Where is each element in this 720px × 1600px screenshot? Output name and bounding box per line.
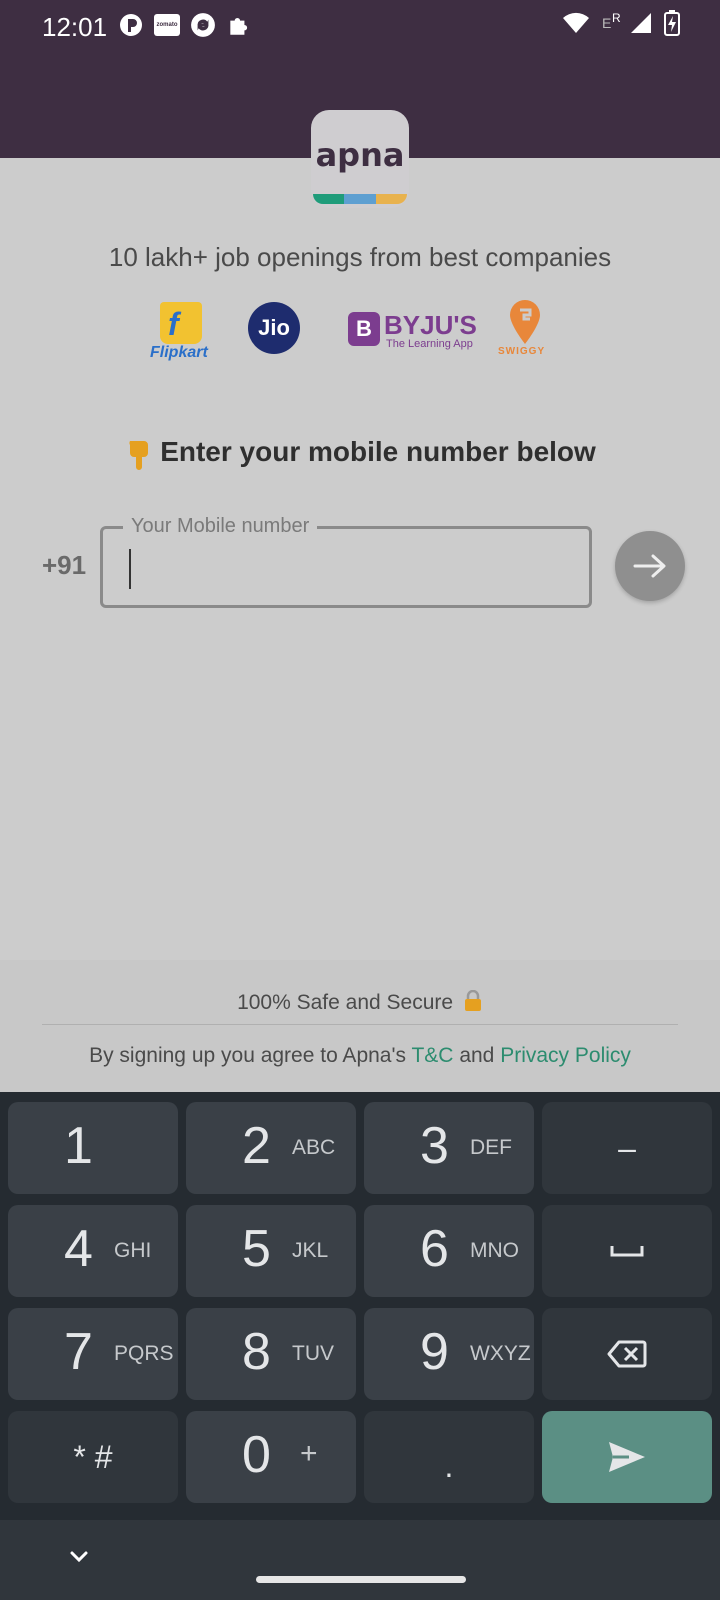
chevron-down-icon[interactable] <box>64 1542 94 1572</box>
byjus-text: BYJU'S <box>384 310 477 340</box>
status-time: 12:01 <box>42 12 108 42</box>
navigation-bar <box>0 1520 720 1600</box>
network-type-label: E R <box>602 11 621 35</box>
key-7-letters: PQRS <box>114 1342 174 1365</box>
flipkart-text: Flipkart <box>150 344 208 361</box>
key-6-letters: MNO <box>470 1239 519 1262</box>
byjus-logo: B BYJU'S The Learning App <box>348 310 477 352</box>
key-star-hash[interactable]: * # <box>8 1411 178 1503</box>
key-3-letters: DEF <box>470 1136 512 1159</box>
key-2-digit: 2 <box>242 1117 271 1175</box>
key-4-letters: GHI <box>114 1239 152 1262</box>
key-dash[interactable]: – <box>542 1102 712 1194</box>
key-backspace[interactable] <box>542 1308 712 1400</box>
submit-arrow-button[interactable] <box>615 531 685 601</box>
apna-logo: apna <box>311 110 409 208</box>
privacy-policy-link[interactable]: Privacy Policy <box>500 1044 631 1067</box>
key-3-digit: 3 <box>420 1117 449 1175</box>
notification-icons: zomato <box>118 12 252 38</box>
key-1-digit: 1 <box>64 1117 93 1175</box>
logo-stripes <box>313 194 407 204</box>
space-icon <box>542 1205 712 1297</box>
network-letter-e: E <box>602 15 612 31</box>
key-8-letters: TUV <box>292 1342 334 1365</box>
key-9-digit: 9 <box>420 1323 449 1381</box>
puzzle-icon <box>226 12 252 38</box>
terms-prefix: By signing up you agree to Apna's <box>89 1044 406 1067</box>
battery-charging-icon <box>664 10 680 36</box>
key-6-digit: 6 <box>420 1220 449 1278</box>
key-7-digit: 7 <box>64 1323 93 1381</box>
key-0-digit: 0 <box>242 1426 271 1484</box>
key-dot-label: . <box>444 1447 454 1484</box>
send-icon <box>542 1411 712 1503</box>
key-2[interactable]: 2 ABC <box>186 1102 356 1194</box>
logo-stripe-green <box>313 194 345 204</box>
mobile-prompt-text: Enter your mobile number below <box>160 436 596 467</box>
safe-secure-label: 100% Safe and Secure <box>237 991 454 1014</box>
status-bar: 12:01 zomato E R <box>0 0 720 56</box>
byjus-icon: B <box>348 312 380 346</box>
key-1[interactable]: 1 <box>8 1102 178 1194</box>
pointing-down-hand-icon <box>129 440 149 470</box>
arrow-right-icon <box>633 554 666 578</box>
key-3[interactable]: 3 DEF <box>364 1102 534 1194</box>
key-6[interactable]: 6 MNO <box>364 1205 534 1297</box>
tc-link[interactable]: T&C <box>411 1044 453 1067</box>
key-4-digit: 4 <box>64 1220 93 1278</box>
byjus-subtitle: The Learning App <box>386 338 473 350</box>
key-dash-label: – <box>618 1129 636 1166</box>
key-dot[interactable]: . <box>364 1411 534 1503</box>
safe-secure-text: 100% Safe and Secure <box>0 989 720 1015</box>
flipkart-letter: f <box>168 306 179 342</box>
logo-stripe-yellow <box>375 194 407 204</box>
home-gesture-bar[interactable] <box>256 1576 466 1583</box>
terms-text: By signing up you agree to Apna's T&C an… <box>0 1044 720 1068</box>
key-5-digit: 5 <box>242 1220 271 1278</box>
system-icons: E R <box>562 10 680 36</box>
key-2-letters: ABC <box>292 1136 336 1159</box>
footer: 100% Safe and Secure By signing up you a… <box>0 960 720 1092</box>
mobile-number-field[interactable]: Your Mobile number <box>100 515 592 608</box>
jio-logo: Jio <box>248 302 300 354</box>
key-star-hash-label: * # <box>73 1438 113 1475</box>
key-9-letters: WXYZ <box>470 1342 531 1365</box>
key-0-letters: + <box>300 1437 318 1470</box>
partner-logos: f Flipkart Jio B BYJU'S The Learning App… <box>150 300 570 370</box>
flipkart-logo: f Flipkart <box>150 300 220 364</box>
lock-icon <box>464 989 481 1011</box>
wifi-icon <box>563 12 589 33</box>
swiggy-text: SWIGGY <box>498 346 546 357</box>
sync-icon <box>190 12 216 38</box>
key-9[interactable]: 9 WXYZ <box>364 1308 534 1400</box>
key-5-letters: JKL <box>292 1239 329 1262</box>
terms-and: and <box>459 1044 495 1067</box>
key-4[interactable]: 4 GHI <box>8 1205 178 1297</box>
key-7[interactable]: 7 PQRS <box>8 1308 178 1400</box>
key-5[interactable]: 5 JKL <box>186 1205 356 1297</box>
numeric-keyboard: 1 2 ABC 3 DEF – 4 GHI 5 JKL 6 MNO 7 PQRS… <box>0 1092 720 1520</box>
zomato-icon-text: zomato <box>156 22 178 28</box>
backspace-icon <box>542 1308 712 1400</box>
swiggy-pin-icon <box>510 300 540 344</box>
app-icon-circle <box>118 12 144 38</box>
key-0[interactable]: 0 + <box>186 1411 356 1503</box>
key-space[interactable] <box>542 1205 712 1297</box>
signal-icon <box>631 13 651 33</box>
mobile-number-label: Your Mobile number <box>123 515 318 538</box>
mobile-number-input[interactable] <box>127 547 567 587</box>
mobile-prompt: Enter your mobile number below <box>0 436 720 471</box>
text-caret <box>129 549 131 589</box>
flipkart-bag-icon <box>160 302 202 344</box>
zomato-icon: zomato <box>154 14 180 36</box>
key-8-digit: 8 <box>242 1323 271 1381</box>
key-enter[interactable] <box>542 1411 712 1503</box>
footer-divider <box>42 1024 678 1025</box>
network-letter-r: R <box>612 11 621 25</box>
country-code: +91 <box>42 550 87 580</box>
key-8[interactable]: 8 TUV <box>186 1308 356 1400</box>
logo-stripe-blue <box>344 194 376 204</box>
logo-text: apna <box>315 136 405 174</box>
headline: 10 lakh+ job openings from best companie… <box>108 242 612 272</box>
